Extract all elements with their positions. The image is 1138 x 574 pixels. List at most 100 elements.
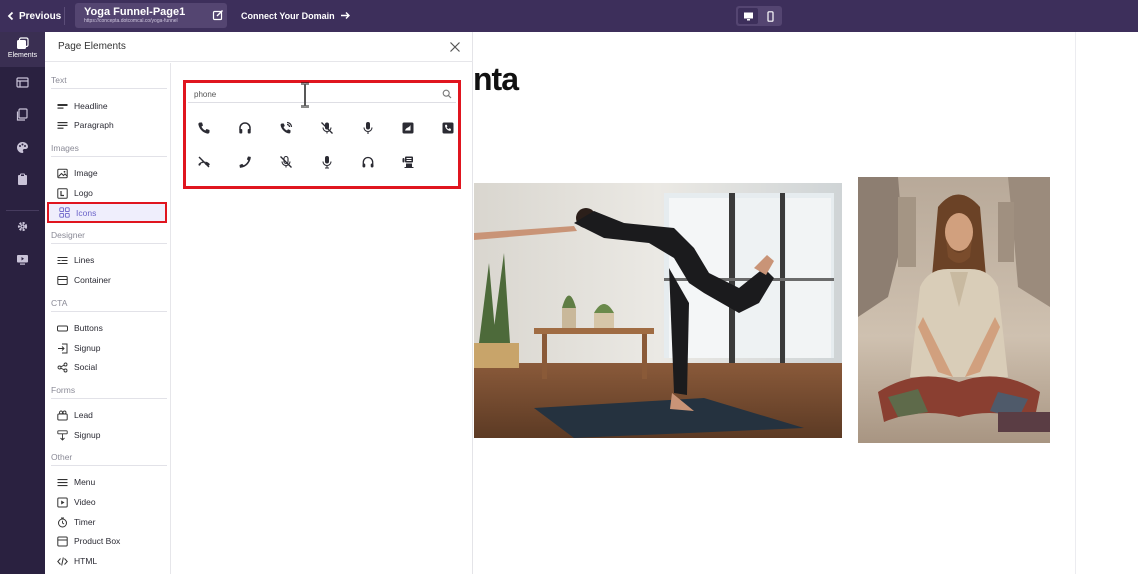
- rail-item-settings[interactable]: [0, 220, 45, 233]
- element-label: HTML: [74, 556, 98, 566]
- rail-item-clipboard[interactable]: [0, 173, 45, 186]
- phone-icon: [198, 122, 210, 134]
- search-icon[interactable]: [442, 89, 452, 99]
- element-label: Lead: [74, 410, 93, 420]
- phone-alt-icon[interactable]: [237, 154, 253, 170]
- phone-square-icon[interactable]: [400, 120, 416, 136]
- logo-icon: [57, 187, 68, 199]
- page-headline[interactable]: nta: [473, 61, 519, 98]
- page-name-chip[interactable]: Yoga Funnel-Page1 https://concepta.dotco…: [75, 3, 227, 28]
- canvas-guide-line: [1075, 32, 1076, 574]
- element-video[interactable]: Video: [45, 493, 171, 511]
- podium-mic-icon[interactable]: [400, 154, 416, 170]
- rail-item-preview[interactable]: [0, 253, 45, 266]
- element-buttons[interactable]: Buttons: [45, 319, 171, 337]
- close-icon[interactable]: [449, 41, 461, 53]
- text-cursor-icon: [301, 82, 309, 108]
- signup-icon: [58, 343, 68, 353]
- headphones-alt-icon[interactable]: [360, 154, 376, 170]
- category-header-cta: CTA: [51, 298, 68, 308]
- mic-off-alt-icon[interactable]: [278, 154, 294, 170]
- video-icon: [57, 497, 68, 507]
- element-label: Container: [74, 275, 111, 285]
- element-headline[interactable]: Headline: [45, 97, 171, 115]
- rail-item-elements[interactable]: Elements: [0, 32, 45, 67]
- arrow-right-icon: [340, 12, 350, 19]
- element-lines[interactable]: Lines: [45, 251, 171, 269]
- phone-square-icon: [402, 122, 414, 134]
- icon-search-bar: [188, 85, 456, 103]
- product-box-icon: [57, 536, 68, 546]
- connect-domain-label: Connect Your Domain: [241, 10, 335, 21]
- rail-item-pages[interactable]: [0, 108, 45, 121]
- element-html[interactable]: HTML: [45, 552, 171, 570]
- form-signup-icon: [57, 429, 68, 441]
- element-label: Logo: [74, 188, 93, 198]
- sections-icon: [16, 77, 29, 88]
- element-label: Timer: [74, 517, 96, 527]
- meditation-photo[interactable]: [858, 177, 1050, 443]
- element-label: Icons: [76, 207, 97, 218]
- code-icon: [57, 556, 68, 566]
- left-rail: Elements: [0, 32, 45, 574]
- mic-alt-icon[interactable]: [319, 154, 335, 170]
- element-icons[interactable]: Icons: [47, 202, 167, 223]
- previous-button[interactable]: Previous: [6, 8, 61, 24]
- element-lead[interactable]: Lead: [45, 406, 171, 424]
- menu-icon: [57, 478, 68, 486]
- mobile-icon: [766, 10, 774, 22]
- mic-off-icon[interactable]: [319, 120, 335, 136]
- page-canvas: nta: [473, 32, 1138, 574]
- phone-in-talk-icon[interactable]: [278, 120, 294, 136]
- phone-square-solid-icon[interactable]: [440, 120, 456, 136]
- element-menu[interactable]: Menu: [45, 473, 171, 491]
- element-label: Buttons: [74, 323, 103, 333]
- element-label: Product Box: [74, 536, 121, 546]
- yoga-pose-photo[interactable]: [474, 183, 842, 438]
- category-rule: [51, 243, 167, 244]
- phone-in-talk-icon: [280, 121, 293, 134]
- page-url: https://concepta.dotcomcal.co/yoga-funne…: [84, 18, 178, 24]
- element-product-box[interactable]: Product Box: [45, 532, 171, 550]
- share-icon: [57, 362, 68, 372]
- connect-domain-button[interactable]: Connect Your Domain: [241, 10, 351, 21]
- clipboard-icon: [18, 173, 27, 185]
- rail-item-sections[interactable]: [0, 76, 45, 89]
- phone-alt-icon: [239, 156, 251, 168]
- edit-icon[interactable]: [212, 9, 224, 21]
- phone-icon[interactable]: [196, 120, 212, 136]
- element-container[interactable]: Container: [45, 271, 171, 289]
- headphones-icon[interactable]: [237, 120, 253, 136]
- element-paragraph[interactable]: Paragraph: [45, 116, 171, 134]
- element-signup-form[interactable]: Signup: [45, 426, 171, 444]
- button-icon: [57, 325, 68, 331]
- timer-icon: [58, 517, 67, 527]
- preview-icon: [17, 255, 28, 265]
- category-rule: [51, 398, 167, 399]
- element-label: Video: [74, 497, 96, 507]
- category-rule: [51, 156, 167, 157]
- element-logo[interactable]: Logo: [45, 184, 171, 202]
- lines-icon: [57, 256, 68, 264]
- headphones-alt-icon: [362, 156, 374, 168]
- pages-icon: [16, 108, 28, 121]
- phone-disabled-icon[interactable]: [196, 154, 212, 170]
- element-label: Signup: [74, 430, 101, 440]
- desktop-view-button[interactable]: [738, 8, 758, 24]
- element-label: Headline: [74, 101, 108, 111]
- topbar-divider: [64, 7, 65, 25]
- mobile-view-button[interactable]: [760, 8, 780, 24]
- element-social[interactable]: Social: [45, 358, 171, 376]
- phone-disabled-icon: [198, 156, 210, 168]
- headphones-icon: [239, 122, 251, 134]
- mic-icon[interactable]: [360, 120, 376, 136]
- icon-search-highlight: [183, 80, 461, 189]
- mic-alt-icon: [322, 156, 332, 169]
- element-signup-cta[interactable]: Signup: [45, 339, 171, 357]
- container-icon: [57, 275, 68, 285]
- category-header-other: Other: [51, 452, 73, 462]
- rail-item-theme[interactable]: [0, 141, 45, 154]
- element-timer[interactable]: Timer: [45, 513, 171, 531]
- element-image[interactable]: Image: [45, 164, 171, 182]
- panel-header: Page Elements: [45, 32, 473, 62]
